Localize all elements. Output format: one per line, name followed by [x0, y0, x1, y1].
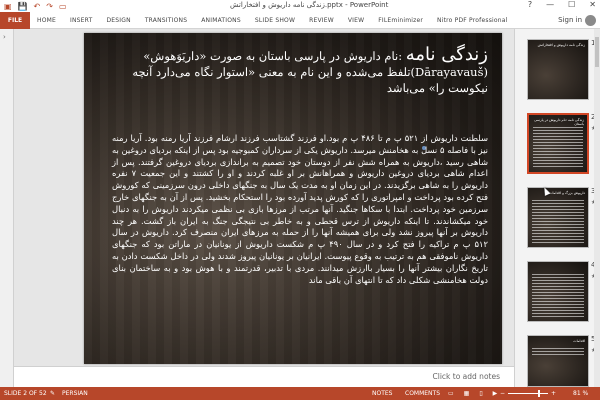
thumb-text-lines	[532, 348, 584, 356]
tab-design[interactable]: DESIGN	[99, 17, 137, 24]
zoom-track[interactable]	[508, 390, 549, 397]
redo-icon[interactable]: ↷	[46, 2, 53, 11]
language-indicator[interactable]: PERSIAN	[62, 390, 88, 397]
zoom-out-icon[interactable]: −	[500, 390, 505, 397]
slide-title-heading: زندگی نامه	[405, 44, 488, 65]
zoom-knob[interactable]	[538, 390, 541, 397]
powerpoint-logo-icon: ▣	[4, 1, 12, 11]
comments-button[interactable]: COMMENTS	[405, 390, 440, 397]
thumb-title-5: اقدامات	[573, 339, 585, 343]
tab-view[interactable]: VIEW	[341, 17, 371, 24]
slide-thumbnail-4[interactable]	[527, 261, 589, 322]
notes-placeholder: Click to add notes	[432, 372, 500, 381]
thumb-text-lines	[533, 127, 583, 168]
spellcheck-icon[interactable]: ✎	[50, 390, 55, 397]
thumb-title-3: داریوش بزرگ و اقدامات	[549, 191, 585, 195]
slide-body-text[interactable]: سلطنت داریوش از ۵۲۱ پ م تا ۴۸۶ پ م بود.ا…	[112, 133, 488, 286]
tab-animations[interactable]: ANIMATIONS	[194, 17, 248, 24]
expand-pane-icon[interactable]: ›	[3, 33, 6, 41]
tab-list: HOME INSERT DESIGN TRANSITIONS ANIMATION…	[30, 17, 515, 24]
thumbnails-scrollbar[interactable]	[594, 29, 600, 387]
window-title: زندگی نامه داریوش و افتخاراتش.pptx - Pow…	[230, 1, 389, 9]
tab-transitions[interactable]: TRANSITIONS	[138, 17, 194, 24]
avatar[interactable]	[585, 15, 596, 26]
tab-nitro-pdf[interactable]: Nitro PDF Professional	[430, 17, 514, 24]
zoom-in-icon[interactable]: +	[551, 390, 556, 397]
slide-thumbnail-2[interactable]: زندگی نامه :نام داریوش در پارسی باستان	[527, 113, 589, 174]
notes-button[interactable]: NOTES	[372, 390, 392, 397]
zoom-slider[interactable]: − +	[500, 390, 556, 397]
window-controls: ? — ☐ ✕	[528, 0, 596, 9]
slide-title[interactable]: زندگی نامه :نام داریوش در پارسی باستان ب…	[108, 44, 488, 96]
reading-view-icon[interactable]: ▯	[479, 390, 482, 397]
slide-sorter-icon[interactable]: ▦	[464, 390, 470, 397]
tab-file[interactable]: FILE	[0, 11, 30, 29]
work-area: › زندگی نامه :نام داریوش در پارسی باستان…	[0, 29, 600, 387]
notes-pane[interactable]: Click to add notes	[14, 366, 514, 387]
save-icon[interactable]: 💾	[18, 2, 28, 11]
quick-access-toolbar: ▣ 💾 ↶ ↷ ▭	[0, 2, 67, 11]
thumb-text-lines	[532, 200, 584, 243]
slide-thumbnails-pane: 1 زندگی نامه داریوش و افتخاراتش 2 ★ زندگ…	[514, 29, 600, 387]
help-button[interactable]: ?	[528, 0, 532, 9]
scrollbar-thumb[interactable]	[595, 37, 599, 67]
thumb-text-lines	[532, 274, 584, 317]
thumb-title-2: زندگی نامه :نام داریوش در پارسی باستان	[534, 118, 584, 126]
slide-thumbnail-1[interactable]: زندگی نامه داریوش و افتخاراتش	[527, 39, 589, 100]
view-buttons: ▭ ▦ ▯ ▶	[448, 390, 497, 397]
maximize-button[interactable]: ☐	[568, 0, 575, 9]
slide-thumbnail-5[interactable]: اقدامات	[527, 335, 589, 387]
tab-slide-show[interactable]: SLIDE SHOW	[248, 17, 302, 24]
slide-counter: SLIDE 2 OF 52	[4, 390, 47, 397]
slideshow-icon[interactable]: ▭	[59, 2, 67, 11]
tab-home[interactable]: HOME	[30, 17, 63, 24]
slide-thumbnail-3[interactable]: داریوش بزرگ و اقدامات	[527, 187, 589, 248]
sign-in-link[interactable]: Sign in	[558, 16, 582, 24]
undo-icon[interactable]: ↶	[34, 2, 41, 11]
normal-view-icon[interactable]: ▭	[448, 390, 454, 397]
tab-review[interactable]: REVIEW	[302, 17, 341, 24]
zoom-percentage[interactable]: 81 %	[573, 390, 588, 397]
ribbon-tabs: FILE HOME INSERT DESIGN TRANSITIONS ANIM…	[0, 11, 600, 29]
close-button[interactable]: ✕	[589, 0, 596, 9]
title-bar: ▣ 💾 ↶ ↷ ▭ زندگی نامه داریوش و افتخاراتش.…	[0, 0, 600, 12]
minimize-button[interactable]: —	[546, 0, 554, 9]
thumb-title-1: زندگی نامه داریوش و افتخاراتش	[537, 43, 585, 47]
slideshow-view-icon[interactable]: ▶	[493, 390, 498, 397]
tab-insert[interactable]: INSERT	[63, 17, 99, 24]
tab-fileminimizer[interactable]: FILEminimizer	[371, 17, 430, 24]
slide-canvas[interactable]: زندگی نامه :نام داریوش در پارسی باستان ب…	[84, 33, 502, 364]
collapsed-outline-pane: ›	[0, 29, 14, 387]
status-bar: SLIDE 2 OF 52 ✎ PERSIAN NOTES COMMENTS ▭…	[0, 387, 600, 400]
